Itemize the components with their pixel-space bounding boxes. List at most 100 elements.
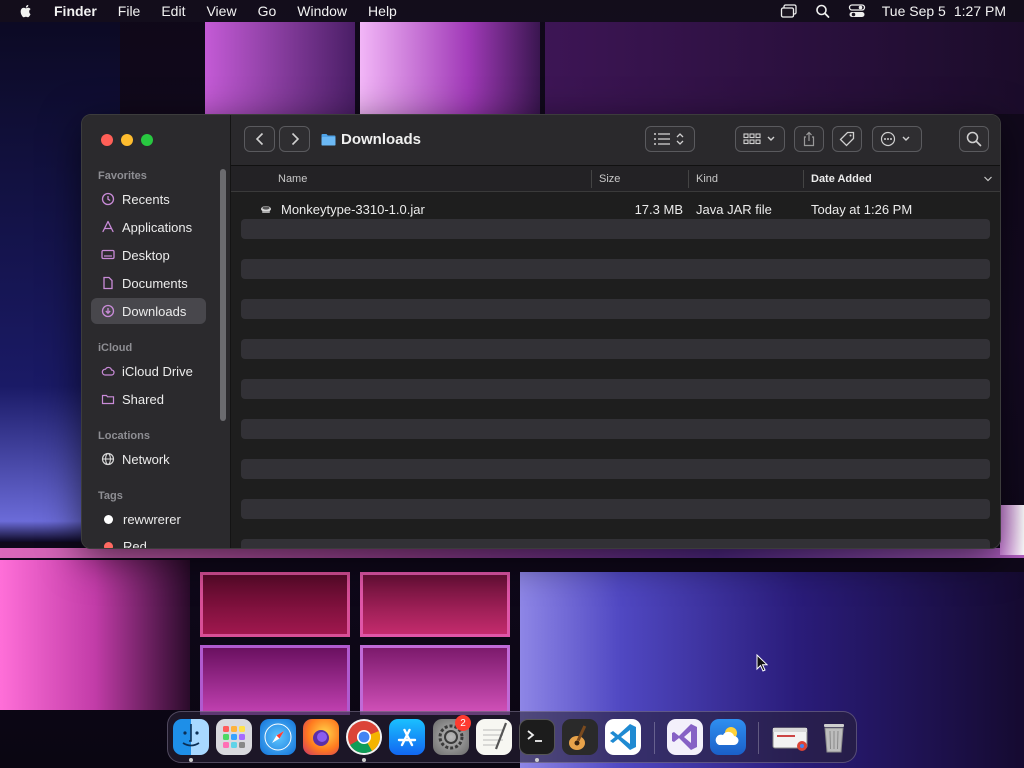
file-name: Monkeytype-3310-1.0.jar — [281, 201, 425, 217]
window-title-text: Downloads — [341, 131, 422, 148]
clock-icon — [101, 192, 115, 206]
tags-button[interactable] — [832, 126, 862, 152]
sidebar-item-label: Red — [123, 538, 147, 549]
finder-sidebar: Favorites Recents Applications Desktop D… — [82, 115, 231, 548]
list-view-toggle[interactable] — [645, 126, 695, 152]
sidebar-item-label: Downloads — [122, 303, 187, 319]
clock-time: 1:27 PM — [953, 3, 1006, 19]
menu-go[interactable]: Go — [258, 3, 277, 19]
weather-icon[interactable] — [710, 719, 746, 755]
sidebar-item-shared[interactable]: Shared — [91, 386, 206, 412]
window-title: Downloads — [321, 131, 421, 148]
menu-bar-clock[interactable]: Tue Sep 5 1:27 PM — [882, 3, 1006, 19]
window-controls — [101, 134, 153, 146]
globe-icon — [101, 452, 115, 466]
sidebar-item-applications[interactable]: Applications — [91, 214, 206, 240]
empty-row — [241, 499, 990, 519]
sidebar-item-downloads[interactable]: Downloads — [91, 298, 206, 324]
finder-main-pane: Downloads Name Size Kind Date Added Monk… — [231, 115, 1000, 548]
file-kind: Java JAR file — [696, 201, 772, 217]
sidebar-item-label: Desktop — [122, 247, 170, 263]
column-header-kind[interactable]: Kind — [696, 166, 718, 192]
dock-separator — [758, 722, 759, 754]
sidebar-item-recents[interactable]: Recents — [91, 186, 206, 212]
folder-icon — [321, 134, 336, 146]
sidebar-item-label: Network — [122, 451, 170, 467]
download-icon — [101, 304, 115, 318]
menu-bar: Finder File Edit View Go Window Help Tue… — [0, 0, 1024, 22]
dock-separator — [654, 722, 655, 754]
sidebar-item-desktop[interactable]: Desktop — [91, 242, 206, 268]
file-size: 17.3 MB — [634, 201, 683, 217]
zoom-window-button[interactable] — [141, 134, 153, 146]
back-button[interactable] — [244, 126, 275, 152]
firefox-icon[interactable] — [303, 719, 339, 755]
sidebar-item-label: Shared — [122, 391, 164, 407]
sidebar-item-tag-rewwrerer[interactable]: rewwrerer — [91, 506, 206, 532]
table-row[interactable]: Monkeytype-3310-1.0.jar 17.3 MB Java JAR… — [241, 199, 990, 219]
menu-window[interactable]: Window — [297, 3, 347, 19]
more-actions-icon — [880, 131, 910, 147]
empty-row — [241, 339, 990, 359]
shared-folder-icon — [101, 394, 115, 405]
chrome-window-icon[interactable] — [771, 719, 809, 755]
spotlight-search-icon[interactable] — [814, 3, 832, 19]
forward-button[interactable] — [279, 126, 310, 152]
sidebar-item-documents[interactable]: Documents — [91, 270, 206, 296]
column-header-name[interactable]: Name — [278, 166, 307, 192]
apple-logo-icon[interactable] — [18, 3, 34, 19]
sidebar-item-tag-red[interactable]: Red — [91, 533, 206, 549]
menu-file[interactable]: File — [118, 3, 141, 19]
screen-mirroring-icon[interactable] — [780, 3, 798, 19]
sidebar-item-network[interactable]: Network — [91, 446, 206, 472]
garageband-icon[interactable] — [562, 719, 598, 755]
safari-icon[interactable] — [260, 719, 296, 755]
action-menu-button[interactable] — [872, 126, 922, 152]
group-by-button[interactable] — [735, 126, 785, 152]
dock: 2 — [167, 711, 857, 763]
menu-view[interactable]: View — [206, 3, 236, 19]
visual-studio-icon[interactable] — [667, 719, 703, 755]
chevron-left-icon — [255, 132, 263, 146]
search-icon — [966, 131, 982, 147]
share-button[interactable] — [794, 126, 824, 152]
sidebar-item-label: Recents — [122, 191, 170, 207]
sidebar-section-icloud: iCloud — [98, 342, 133, 354]
tag-icon — [839, 131, 855, 147]
chrome-icon[interactable] — [346, 719, 382, 755]
vscode-icon[interactable] — [605, 719, 641, 755]
list-view-icon — [654, 133, 684, 145]
textedit-icon[interactable] — [476, 719, 512, 755]
column-header-size[interactable]: Size — [599, 166, 620, 192]
sidebar-item-label: rewwrerer — [123, 511, 181, 527]
trash-icon[interactable] — [816, 719, 852, 755]
app-store-icon[interactable] — [389, 719, 425, 755]
sort-descending-chevron-icon[interactable] — [983, 175, 993, 183]
empty-row — [241, 419, 990, 439]
column-header-row: Name Size Kind Date Added — [231, 166, 1000, 192]
cloud-icon — [101, 366, 115, 376]
menu-app-finder[interactable]: Finder — [54, 3, 97, 19]
sidebar-scrollbar[interactable] — [220, 169, 226, 421]
sidebar-item-icloud-drive[interactable]: iCloud Drive — [91, 358, 206, 384]
file-date-added: Today at 1:26 PM — [811, 201, 913, 217]
empty-row — [241, 219, 990, 239]
finder-window: Favorites Recents Applications Desktop D… — [81, 114, 1001, 549]
sidebar-section-locations: Locations — [98, 430, 150, 442]
terminal-icon[interactable] — [519, 719, 555, 755]
finder-icon[interactable] — [173, 719, 209, 755]
empty-row — [241, 459, 990, 479]
file-list: Monkeytype-3310-1.0.jar 17.3 MB Java JAR… — [231, 193, 1000, 548]
close-window-button[interactable] — [101, 134, 113, 146]
column-header-date-added[interactable]: Date Added — [811, 166, 872, 192]
search-button[interactable] — [959, 126, 989, 152]
mouse-cursor-icon — [756, 654, 768, 672]
sidebar-section-favorites: Favorites — [98, 170, 147, 182]
menu-edit[interactable]: Edit — [161, 3, 185, 19]
launchpad-icon[interactable] — [216, 719, 252, 755]
java-jar-file-icon — [261, 206, 271, 213]
menu-help[interactable]: Help — [368, 3, 397, 19]
tag-color-dot — [104, 514, 113, 524]
minimize-window-button[interactable] — [121, 134, 133, 146]
control-center-icon[interactable] — [848, 3, 866, 19]
